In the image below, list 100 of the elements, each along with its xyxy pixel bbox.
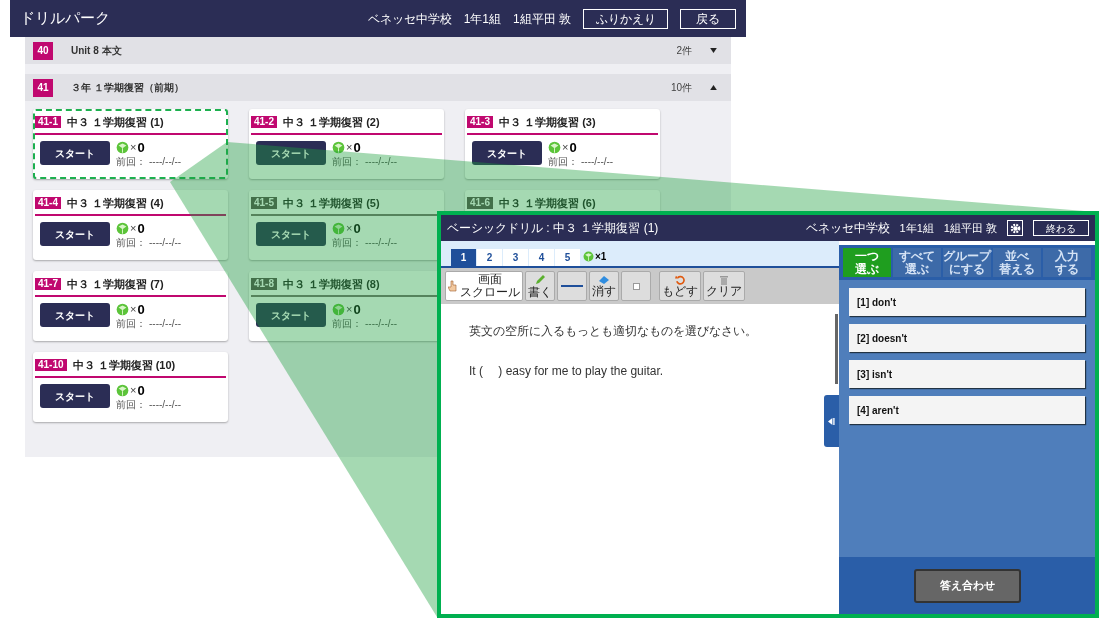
card-title: 中３ １学期復習 (2) [283,114,380,130]
collapse-icon [828,417,835,425]
tool-button[interactable]: 消す [589,271,619,301]
caret-up-icon[interactable] [710,85,717,90]
question-text: It ( ) easy for me to play the guitar. [469,363,665,380]
gem-icon [332,140,345,154]
section-header[interactable]: 41 ３年 １学期復習（前期） 10件 [25,74,731,101]
square-icon [632,282,640,290]
school-name: ベネッセ中学校 [805,220,890,237]
answer-choice[interactable]: [4] aren't [849,396,1085,424]
answer-mode-tab[interactable]: 入力 する [1043,248,1091,277]
card-code-badge: 41-6 [467,197,493,209]
scrollbar [835,314,838,384]
question-tab[interactable]: 2 [477,249,502,266]
card-title: 中３ １学期復習 (5) [283,195,380,211]
end-button[interactable]: 終わる [1033,220,1089,236]
window-title: ベーシックドリル : 中３ １学期復習 (1) [447,220,660,237]
trash-icon [719,274,729,285]
tool-button[interactable]: 書く [525,271,555,301]
class-name: 1年1組 [463,10,501,28]
header-button[interactable]: 戻る [680,8,736,29]
card-title: 中３ １学期復習 (1) [67,114,164,130]
tool-button[interactable]: もどす [659,271,701,301]
card-code-badge: 41-4 [35,197,61,209]
tool-label: もどす [662,285,698,298]
answer-choice[interactable]: [3] isn't [849,360,1085,388]
class-name: 1年1組 [899,220,934,236]
tool-button[interactable] [557,271,587,301]
answer-mode-tab[interactable]: 一つ 選ぶ [843,248,891,277]
collapse-panel-button[interactable] [824,395,839,447]
gem-icon [116,302,129,316]
gem-count: 0 [137,140,145,154]
mode-label: する [1055,262,1079,276]
user-name: 1組平田 敦 [513,10,571,28]
times-sign: × [130,140,137,155]
drill-card[interactable]: 41-1 中３ １学期復習 (1) スタート ×0 前回： ----/--/-- [33,109,228,179]
question-tab[interactable]: 4 [529,249,554,266]
answer-mode-tab[interactable]: 並べ 替える [993,248,1041,277]
last-date: ----/--/-- [149,398,182,411]
settings-button[interactable] [1007,220,1023,236]
last-date: ----/--/-- [581,155,614,168]
drill-card[interactable]: 41-7 中３ １学期復習 (7) スタート ×0 前回： ----/--/-- [33,271,228,341]
drill-card[interactable]: 41-10 中３ １学期復習 (10) スタート ×0 前回： ----/--/-- [33,352,228,422]
mode-label: 入力 [1055,249,1079,263]
drill-card[interactable]: 41-4 中３ １学期復習 (4) スタート ×0 前回： ----/--/-- [33,190,228,260]
last-label: 前回： [548,155,578,168]
card-code-badge: 41-10 [35,359,67,371]
start-button[interactable]: スタート [256,222,326,247]
gem-icon [116,221,129,235]
last-date: ----/--/-- [365,317,398,330]
answer-mode-tab[interactable]: グループ にする [943,248,991,277]
question-tab[interactable]: 1 [451,249,476,266]
answer-mode-tab[interactable]: すべて 選ぶ [893,248,941,277]
question-tab[interactable]: 3 [503,249,528,266]
gem-count: 0 [137,383,145,397]
last-label: 前回： [332,236,362,249]
answer-choice[interactable]: [1] don't [849,288,1085,316]
start-button[interactable]: スタート [40,303,110,328]
gem-count: 0 [353,221,361,235]
section-title: Unit 8 本文 [71,44,123,58]
mode-label: 選ぶ [905,262,929,276]
question-tab[interactable]: 5 [555,249,580,266]
start-button[interactable]: スタート [40,141,110,166]
tool-button[interactable]: 画面 スクロール [445,271,523,301]
times-sign: × [130,383,137,398]
item-count: 10件 [670,81,692,95]
last-label: 前回： [116,398,146,411]
drill-card[interactable]: 41-2 中３ １学期復習 (2) スタート ×0 前回： ----/--/-- [249,109,444,179]
times-sign: × [346,221,353,236]
eraser-icon [598,274,610,285]
tool-button[interactable]: クリア [703,271,745,301]
section-number-badge: 41 [33,78,53,97]
settings-icon [1009,222,1021,234]
start-button[interactable]: スタート [472,141,542,166]
check-answer-button[interactable]: 答え合わせ [913,568,1021,603]
start-button[interactable]: スタート [256,141,326,166]
gem-icon [116,140,129,154]
gem-count: 0 [137,302,145,316]
section-header[interactable]: 40 Unit 8 本文 2件 [25,37,731,64]
caret-down-icon[interactable] [710,48,717,53]
drill-card[interactable]: 41-3 中３ １学期復習 (3) スタート ×0 前回： ----/--/-- [465,109,660,179]
last-label: 前回： [332,317,362,330]
gem-count: ×1 [595,250,607,264]
item-count: 2件 [676,44,692,58]
hand-icon [448,280,458,292]
instruction-text: 英文の空所に入るもっとも適切なものを選びなさい。 [469,323,758,340]
start-button[interactable]: スタート [40,222,110,247]
header-button[interactable]: ふりかえり [583,8,668,29]
card-title: 中３ １学期復習 (6) [499,195,596,211]
mode-label: にする [949,262,985,276]
app-title: ドリルパーク [20,8,111,29]
tool-button[interactable] [621,271,651,301]
drill-card[interactable]: 41-5 中３ １学期復習 (5) スタート ×0 前回： ----/--/-- [249,190,444,260]
card-title: 中３ １学期復習 (10) [72,357,176,373]
gem-icon [116,383,129,397]
tool-label: クリア [706,285,742,298]
last-date: ----/--/-- [365,236,398,249]
answer-choice[interactable]: [2] doesn't [849,324,1085,352]
start-button[interactable]: スタート [256,303,326,328]
start-button[interactable]: スタート [40,384,110,409]
